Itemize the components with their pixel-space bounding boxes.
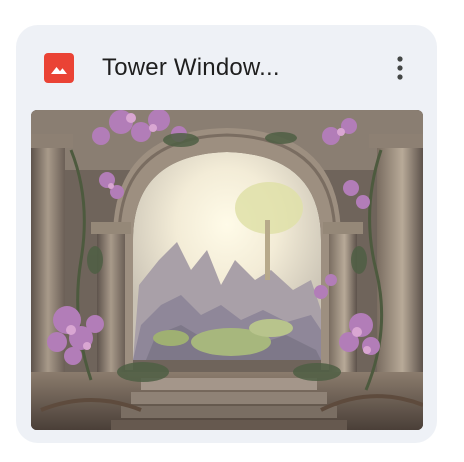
more-vert-icon	[397, 56, 403, 80]
file-card[interactable]: Tower Window...	[16, 25, 437, 443]
file-title[interactable]: Tower Window...	[102, 51, 372, 85]
more-options-button[interactable]	[382, 45, 418, 91]
image-file-icon	[44, 53, 74, 83]
thumbnail-image[interactable]	[31, 110, 423, 430]
